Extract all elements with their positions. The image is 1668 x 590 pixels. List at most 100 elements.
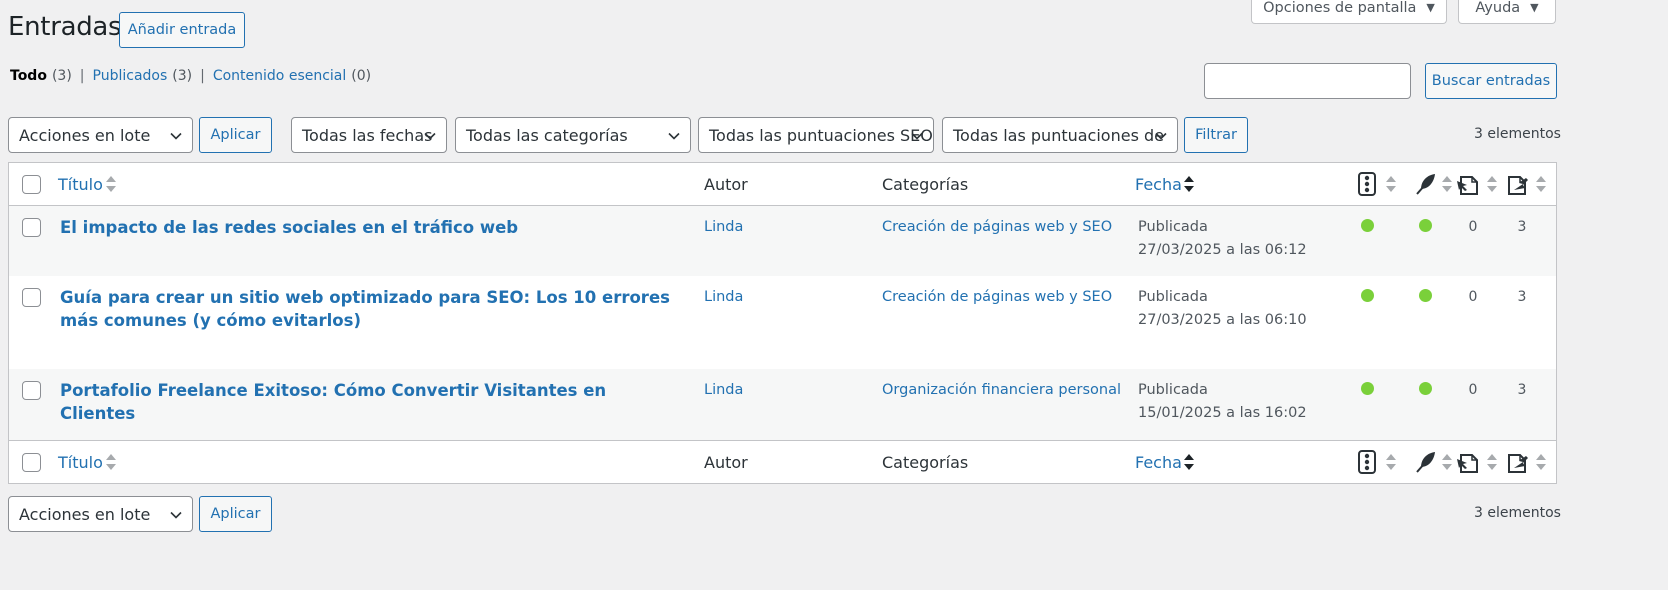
date-column-footer[interactable]: Fecha bbox=[1135, 453, 1182, 472]
add-post-button[interactable]: Añadir entrada bbox=[119, 12, 245, 48]
post-category-link[interactable]: Creación de páginas web y SEO bbox=[882, 289, 1112, 305]
view-cornerstone-count: (0) bbox=[351, 68, 372, 84]
post-status-views: Todo (3) | Publicados (3) | Contenido es… bbox=[10, 68, 371, 84]
post-category-link[interactable]: Organización financiera personal bbox=[882, 382, 1121, 398]
incoming-links-count: 0 bbox=[1468, 289, 1478, 305]
post-date-cell: Publicada 27/03/2025 a las 06:12 bbox=[1138, 216, 1307, 262]
author-column-header: Autor bbox=[704, 175, 748, 194]
sort-arrows-icon[interactable] bbox=[1486, 452, 1498, 472]
select-all-checkbox[interactable] bbox=[22, 453, 41, 472]
chevron-down-icon bbox=[170, 132, 182, 140]
sort-arrows-icon[interactable] bbox=[1535, 452, 1547, 472]
table-row: El impacto de las redes sociales en el t… bbox=[9, 206, 1556, 276]
sort-arrows-icon[interactable] bbox=[1535, 174, 1547, 194]
table-footer: Título Autor Categorías Fecha bbox=[9, 440, 1556, 483]
caret-down-icon: ▼ bbox=[1530, 1, 1539, 14]
sort-arrows-icon[interactable] bbox=[1486, 174, 1498, 194]
chevron-down-icon bbox=[424, 132, 436, 140]
category-filter-select[interactable]: Todas las categorías bbox=[455, 117, 691, 153]
category-filter-value: Todas las categorías bbox=[466, 125, 628, 145]
select-all-checkbox[interactable] bbox=[22, 175, 41, 194]
chevron-down-icon bbox=[668, 132, 680, 140]
seo-score-filter-select[interactable]: Todas las puntuaciones SEO bbox=[698, 117, 934, 153]
categories-column-footer: Categorías bbox=[882, 453, 969, 472]
search-input[interactable] bbox=[1204, 63, 1411, 99]
traffic-light-icon[interactable] bbox=[1358, 172, 1376, 196]
apply-bulk-button[interactable]: Aplicar bbox=[199, 117, 272, 153]
screen-options-tab[interactable]: Opciones de pantalla ▼ bbox=[1251, 0, 1447, 24]
seo-score-good-icon bbox=[1361, 382, 1374, 395]
help-tab[interactable]: Ayuda ▼ bbox=[1458, 0, 1556, 24]
post-category-link[interactable]: Creación de páginas web y SEO bbox=[882, 219, 1112, 235]
post-title-link[interactable]: Portafolio Freelance Exitoso: Cómo Conve… bbox=[60, 379, 685, 425]
incoming-links-count: 0 bbox=[1468, 219, 1478, 235]
table-row: Guía para crear un sitio web optimizado … bbox=[9, 276, 1556, 369]
view-separator: | bbox=[79, 68, 85, 84]
post-date: 27/03/2025 a las 06:12 bbox=[1138, 242, 1307, 258]
feather-icon[interactable] bbox=[1415, 172, 1437, 196]
readability-score-good-icon bbox=[1419, 219, 1432, 232]
view-cornerstone-link[interactable]: Contenido esencial bbox=[213, 68, 346, 84]
caret-down-icon: ▼ bbox=[1426, 1, 1435, 14]
post-author-link[interactable]: Linda bbox=[704, 289, 743, 305]
sort-arrows-icon[interactable] bbox=[105, 174, 117, 194]
apply-bulk-button-bottom[interactable]: Aplicar bbox=[199, 496, 272, 532]
post-title-link[interactable]: El impacto de las redes sociales en el t… bbox=[60, 216, 685, 239]
outgoing-links-count: 3 bbox=[1517, 382, 1527, 398]
outgoing-links-count: 3 bbox=[1517, 289, 1527, 305]
sort-arrows-icon[interactable] bbox=[1441, 174, 1453, 194]
post-status: Publicada bbox=[1138, 382, 1208, 398]
post-date: 27/03/2025 a las 06:10 bbox=[1138, 312, 1307, 328]
date-filter-value: Todas las fechas bbox=[302, 125, 433, 145]
title-column-header[interactable]: Título bbox=[58, 175, 103, 194]
incoming-links-count: 0 bbox=[1468, 382, 1478, 398]
chevron-down-icon bbox=[1155, 132, 1167, 140]
bulk-actions-select-bottom[interactable]: Acciones en lote bbox=[8, 496, 193, 532]
sort-arrows-icon[interactable] bbox=[1183, 452, 1195, 472]
readability-score-good-icon bbox=[1419, 289, 1432, 302]
incoming-links-icon[interactable] bbox=[1456, 171, 1480, 197]
incoming-links-icon[interactable] bbox=[1456, 449, 1480, 475]
seo-score-good-icon bbox=[1361, 219, 1374, 232]
row-checkbox[interactable] bbox=[22, 381, 41, 400]
view-published-link[interactable]: Publicados bbox=[93, 68, 168, 84]
outgoing-links-icon[interactable] bbox=[1506, 171, 1530, 197]
table-header: Título Autor Categorías Fecha bbox=[9, 163, 1556, 206]
post-date-cell: Publicada 15/01/2025 a las 16:02 bbox=[1138, 379, 1307, 425]
post-date: 15/01/2025 a las 16:02 bbox=[1138, 405, 1307, 421]
post-author-link[interactable]: Linda bbox=[704, 219, 743, 235]
traffic-light-icon[interactable] bbox=[1358, 450, 1376, 474]
view-all-link[interactable]: Todo bbox=[10, 68, 47, 84]
search-posts-button[interactable]: Buscar entradas bbox=[1425, 63, 1557, 99]
readability-filter-select[interactable]: Todas las puntuaciones de bbox=[942, 117, 1178, 153]
outgoing-links-icon[interactable] bbox=[1506, 449, 1530, 475]
page-title: Entradas bbox=[8, 12, 122, 42]
table-row: Portafolio Freelance Exitoso: Cómo Conve… bbox=[9, 369, 1556, 440]
sort-arrows-icon[interactable] bbox=[105, 452, 117, 472]
row-checkbox[interactable] bbox=[22, 288, 41, 307]
sort-arrows-icon[interactable] bbox=[1441, 452, 1453, 472]
post-author-link[interactable]: Linda bbox=[704, 382, 743, 398]
view-all-count: (3) bbox=[51, 68, 72, 84]
items-count: 3 elementos bbox=[1474, 126, 1561, 142]
posts-table: Título Autor Categorías Fecha El impacto… bbox=[8, 162, 1557, 484]
post-title-link[interactable]: Guía para crear un sitio web optimizado … bbox=[60, 286, 685, 332]
screen-options-label: Opciones de pantalla bbox=[1263, 0, 1417, 16]
view-published-count: (3) bbox=[172, 68, 193, 84]
bulk-actions-select[interactable]: Acciones en lote bbox=[8, 117, 193, 153]
sort-arrows-icon[interactable] bbox=[1385, 174, 1397, 194]
title-column-footer[interactable]: Título bbox=[58, 453, 103, 472]
date-filter-select[interactable]: Todas las fechas bbox=[291, 117, 447, 153]
post-date-cell: Publicada 27/03/2025 a las 06:10 bbox=[1138, 286, 1307, 332]
date-column-header[interactable]: Fecha bbox=[1135, 175, 1182, 194]
categories-column-header: Categorías bbox=[882, 175, 969, 194]
seo-score-good-icon bbox=[1361, 289, 1374, 302]
row-checkbox[interactable] bbox=[22, 218, 41, 237]
sort-arrows-icon[interactable] bbox=[1385, 452, 1397, 472]
sort-arrows-icon[interactable] bbox=[1183, 174, 1195, 194]
post-status: Publicada bbox=[1138, 219, 1208, 235]
outgoing-links-count: 3 bbox=[1517, 219, 1527, 235]
filter-button[interactable]: Filtrar bbox=[1184, 117, 1248, 153]
chevron-down-icon bbox=[170, 511, 182, 519]
feather-icon[interactable] bbox=[1415, 450, 1437, 474]
